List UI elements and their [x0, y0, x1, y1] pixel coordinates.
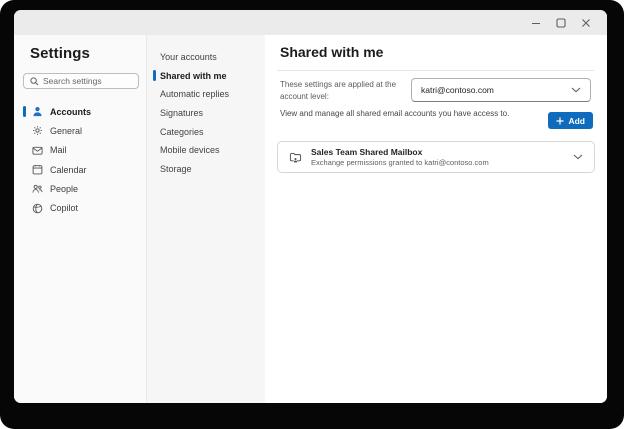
panel-title: Shared with me [280, 44, 384, 60]
sidebar-item-mail[interactable]: Mail [14, 141, 146, 160]
add-button[interactable]: Add [548, 112, 593, 129]
search-input[interactable]: Search settings [23, 73, 139, 89]
subnav-item-mobile-devices[interactable]: Mobile devices [147, 141, 265, 160]
account-dropdown[interactable]: katri@contoso.com [411, 78, 591, 102]
subnav-item-label: Categories [160, 126, 204, 137]
sidebar-item-people[interactable]: People [14, 179, 146, 198]
shared-with-me-panel: Shared with me These settings are applie… [265, 35, 607, 403]
sidebar-item-general[interactable]: General [14, 121, 146, 140]
shared-mailbox-icon [289, 151, 302, 164]
subnav-item-label: Storage [160, 163, 192, 174]
mailbox-detail: Exchange permissions granted to katri@co… [311, 158, 489, 167]
panel-description: View and manage all shared email account… [280, 109, 510, 118]
search-icon [30, 76, 39, 85]
search-placeholder: Search settings [43, 76, 102, 86]
plus-icon [556, 117, 564, 124]
add-button-label: Add [568, 115, 585, 126]
title-bar [14, 10, 607, 35]
sidebar-item-accounts[interactable]: Accounts [14, 102, 146, 121]
subnav-item-label: Mobile devices [160, 145, 220, 156]
divider [277, 69, 594, 71]
subnav-item-label: Automatic replies [160, 89, 230, 100]
selection-indicator [23, 106, 26, 117]
copilot-icon [31, 202, 43, 214]
mailbox-name: Sales Team Shared Mailbox [311, 147, 423, 157]
subnav-item-your-accounts[interactable]: Your accounts [147, 48, 265, 67]
person-icon [31, 106, 43, 118]
people-icon [31, 183, 43, 195]
chevron-down-icon [571, 87, 581, 93]
mail-icon [31, 144, 43, 156]
sidebar-item-label: General [50, 125, 83, 136]
subnav-item-label: Your accounts [160, 52, 217, 63]
minimize-icon[interactable] [529, 16, 542, 29]
settings-window: Settings Search settings Accounts Genera… [14, 10, 607, 403]
subnav-item-signatures[interactable]: Signatures [147, 104, 265, 123]
sidebar-item-label: Accounts [50, 106, 92, 117]
selection-indicator [153, 70, 156, 82]
sidebar-nav: Accounts General Mail Calendar People Co… [14, 102, 146, 218]
sidebar-item-label: People [50, 183, 79, 194]
sidebar-item-calendar[interactable]: Calendar [14, 160, 146, 179]
accounts-subnav: Your accounts Shared with me Automatic r… [147, 35, 265, 403]
sidebar-item-label: Copilot [50, 203, 79, 214]
page-title: Settings [30, 45, 90, 62]
calendar-icon [31, 164, 43, 176]
shared-mailbox-card[interactable]: Sales Team Shared Mailbox Exchange permi… [277, 141, 595, 173]
subnav-item-categories[interactable]: Categories [147, 122, 265, 141]
subnav-item-automatic-replies[interactable]: Automatic replies [147, 85, 265, 104]
subnav-item-label: Shared with me [160, 70, 227, 81]
settings-sidebar: Settings Search settings Accounts Genera… [14, 35, 147, 403]
sidebar-item-label: Calendar [50, 164, 87, 175]
chevron-down-icon[interactable] [573, 154, 583, 160]
subnav-item-label: Signatures [160, 108, 204, 119]
subnav-item-storage[interactable]: Storage [147, 160, 265, 179]
close-icon[interactable] [579, 16, 592, 29]
subnav-item-shared-with-me[interactable]: Shared with me [147, 67, 265, 86]
maximize-icon[interactable] [554, 16, 567, 29]
account-dropdown-value: katri@contoso.com [421, 85, 494, 95]
sidebar-item-label: Mail [50, 145, 67, 156]
sidebar-item-copilot[interactable]: Copilot [14, 198, 146, 217]
gear-icon [31, 125, 43, 137]
account-scope-label: These settings are applied at the accoun… [280, 80, 397, 101]
